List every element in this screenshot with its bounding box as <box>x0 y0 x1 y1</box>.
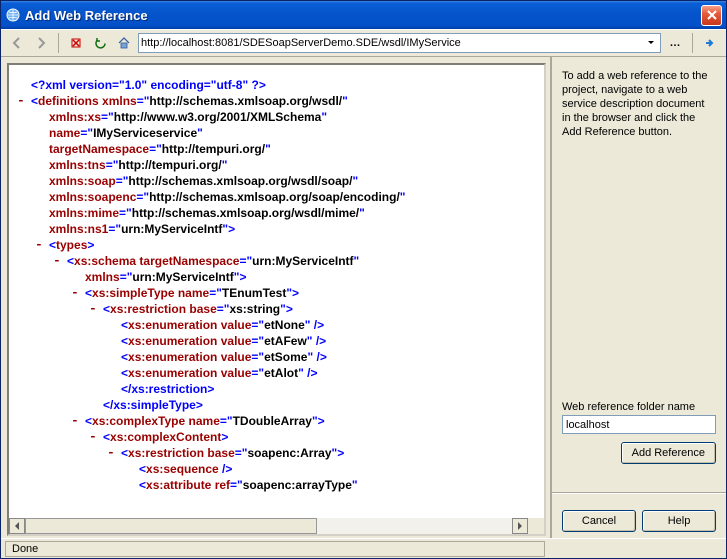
divider <box>552 492 726 494</box>
refresh-button[interactable] <box>90 33 110 53</box>
window-title: Add Web Reference <box>25 8 701 23</box>
app-icon <box>5 7 21 23</box>
browser-toolbar: … <box>1 29 726 57</box>
right-panel: To add a web reference to the project, n… <box>552 57 726 538</box>
forward-button[interactable] <box>31 33 51 53</box>
collapse-toggle[interactable]: - <box>107 445 115 461</box>
toolbar-separator <box>692 33 693 53</box>
add-reference-button[interactable]: Add Reference <box>621 442 716 464</box>
scroll-right-button[interactable] <box>512 518 528 534</box>
status-text: Done <box>5 541 545 557</box>
collapse-toggle[interactable]: - <box>17 93 25 109</box>
collapse-toggle[interactable]: - <box>71 285 79 301</box>
go-button[interactable] <box>700 33 720 53</box>
url-input[interactable] <box>141 37 643 49</box>
scroll-left-button[interactable] <box>9 518 25 534</box>
scroll-corner <box>528 518 544 534</box>
xml-view[interactable]: <?xml version="1.0" encoding="utf-8" ?> … <box>9 65 544 518</box>
close-button[interactable] <box>701 5 722 26</box>
help-button[interactable]: Help <box>642 510 716 532</box>
xml-declaration: <?xml version="1.0" encoding="utf-8" ?> <box>31 78 266 92</box>
collapse-toggle[interactable]: - <box>35 237 43 253</box>
stop-button[interactable] <box>66 33 86 53</box>
status-bar: Done <box>1 538 726 558</box>
wsdl-browser: <?xml version="1.0" encoding="utf-8" ?> … <box>7 63 546 536</box>
content-area: <?xml version="1.0" encoding="utf-8" ?> … <box>1 57 726 538</box>
scroll-thumb[interactable] <box>25 518 317 534</box>
scroll-track[interactable] <box>25 518 512 534</box>
toolbar-separator <box>58 33 59 53</box>
collapse-toggle[interactable]: - <box>89 301 97 317</box>
horizontal-scrollbar[interactable] <box>9 518 528 534</box>
collapse-toggle[interactable]: - <box>89 429 97 445</box>
titlebar: Add Web Reference <box>1 1 726 29</box>
folder-name-label: Web reference folder name <box>562 401 716 413</box>
home-button[interactable] <box>114 33 134 53</box>
add-web-reference-dialog: Add Web Reference … <box>0 0 727 559</box>
folder-name-input[interactable] <box>562 415 716 434</box>
instructions-text: To add a web reference to the project, n… <box>562 69 716 139</box>
collapse-toggle[interactable]: - <box>71 413 79 429</box>
collapse-toggle[interactable]: - <box>53 253 61 269</box>
cancel-button[interactable]: Cancel <box>562 510 636 532</box>
browse-button[interactable]: … <box>665 33 685 53</box>
back-button[interactable] <box>7 33 27 53</box>
browser-pane: <?xml version="1.0" encoding="utf-8" ?> … <box>1 57 552 538</box>
url-dropdown-icon[interactable] <box>643 36 658 51</box>
address-bar <box>138 33 661 53</box>
